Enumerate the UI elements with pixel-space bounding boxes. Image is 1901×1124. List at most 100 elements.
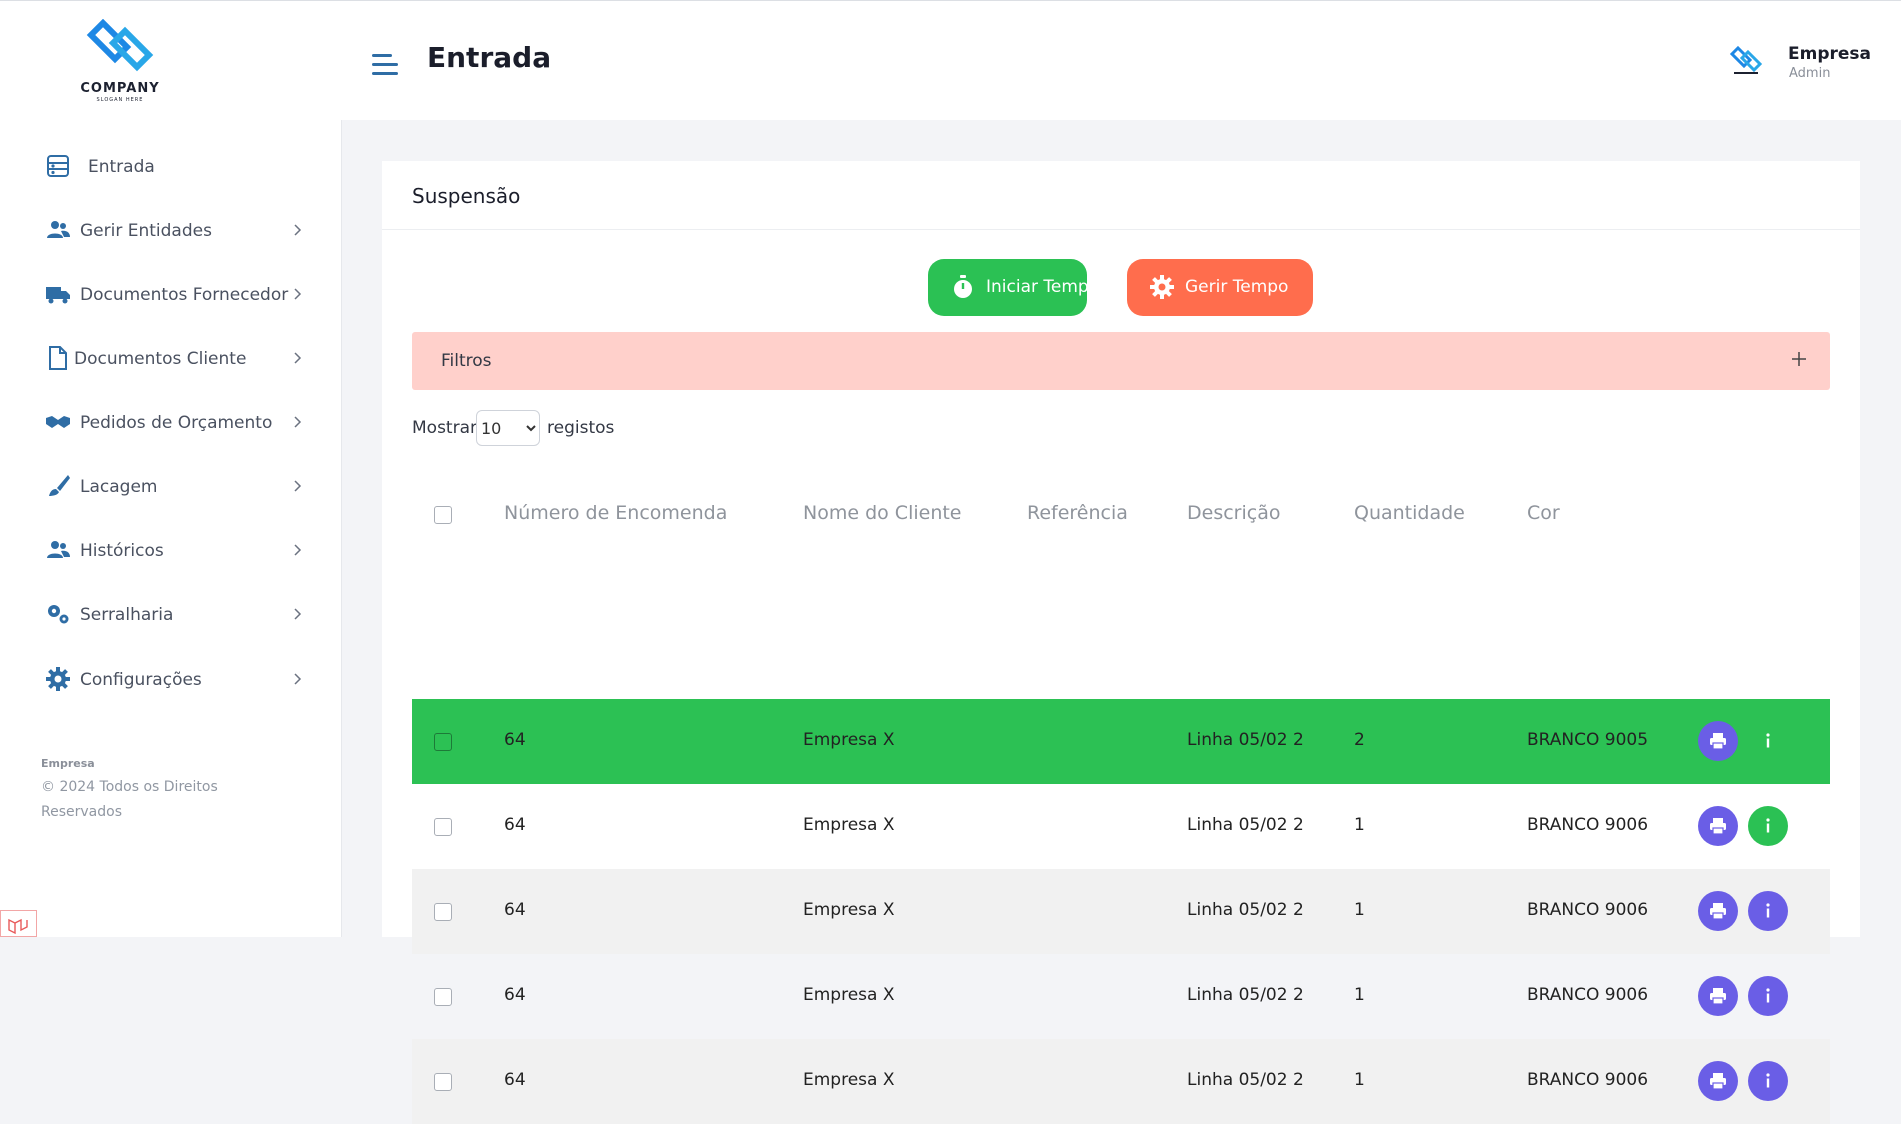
cell-client: Empresa X <box>803 815 895 835</box>
chevron-right-icon <box>294 673 302 685</box>
cell-client: Empresa X <box>803 900 895 920</box>
chevron-right-icon <box>294 608 302 620</box>
print-button[interactable] <box>1698 891 1738 931</box>
sidebar-item-configuracoes[interactable]: Configurações <box>0 659 342 699</box>
sidebar-item-label: Serralharia <box>80 605 174 625</box>
user-name[interactable]: Empresa <box>1788 44 1871 64</box>
row-checkbox[interactable] <box>434 988 452 1006</box>
cell-quantity: 1 <box>1354 985 1365 1005</box>
page-size-select[interactable]: 10 <box>476 410 540 446</box>
column-header[interactable]: Descrição <box>1187 502 1280 524</box>
info-button[interactable] <box>1748 806 1788 846</box>
cell-color: BRANCO 9006 <box>1527 1070 1649 1090</box>
page-title: Entrada <box>427 41 552 74</box>
start-time-button[interactable]: Iniciar Tempo <box>928 259 1099 316</box>
sidebar-item-label: Documentos Cliente <box>74 349 247 369</box>
table-row[interactable]: 64 Empresa X Linha 05/02 2 1 BRANCO 9006 <box>412 1039 1830 1124</box>
cell-color: BRANCO 9005 <box>1527 730 1649 750</box>
sidebar: Entrada Gerir Entidades Documentos Forne… <box>0 120 342 937</box>
info-button[interactable] <box>1748 721 1788 761</box>
printer-icon <box>1710 988 1726 1005</box>
sidebar-item-entrada[interactable]: Entrada <box>0 146 342 186</box>
sidebar-item-gerir-entidades[interactable]: Gerir Entidades <box>0 210 342 250</box>
file-icon <box>49 346 67 370</box>
cell-order: 64 <box>504 900 526 920</box>
cell-color: BRANCO 9006 <box>1527 900 1649 920</box>
print-button[interactable] <box>1698 721 1738 761</box>
sidebar-item-label: Históricos <box>80 541 164 561</box>
table-row[interactable]: 64 Empresa X Linha 05/02 2 1 BRANCO 9006 <box>412 954 1830 1039</box>
chevron-right-icon <box>294 416 302 428</box>
row-checkbox[interactable] <box>434 903 452 921</box>
cell-quantity: 2 <box>1354 730 1365 750</box>
sidebar-item-label: Configurações <box>80 670 202 690</box>
row-checkbox[interactable] <box>434 733 452 751</box>
column-header[interactable]: Cor <box>1527 502 1560 524</box>
table-row[interactable]: 64 Empresa X Linha 05/02 2 1 BRANCO 9006 <box>412 869 1830 954</box>
brush-icon <box>49 475 70 496</box>
cell-description: Linha 05/02 2 <box>1187 900 1304 920</box>
row-checkbox[interactable] <box>434 1073 452 1091</box>
debug-badge[interactable] <box>0 910 37 937</box>
stopwatch-icon <box>954 275 972 298</box>
column-header[interactable]: Quantidade <box>1354 502 1465 524</box>
info-button[interactable] <box>1748 891 1788 931</box>
top-header: COMPANY SLOGAN HERE Entrada Empresa Admi… <box>0 0 1901 121</box>
sidebar-item-label: Documentos Fornecedor <box>80 285 289 305</box>
footer-brand: Empresa <box>41 757 95 770</box>
printer-icon <box>1710 903 1726 920</box>
card-divider <box>382 229 1860 230</box>
info-icon <box>1766 818 1770 833</box>
printer-icon <box>1710 1073 1726 1090</box>
sidebar-item-historicos[interactable]: Históricos <box>0 530 342 570</box>
sidebar-item-documentos-fornecedor[interactable]: Documentos Fornecedor <box>0 274 342 314</box>
row-checkbox[interactable] <box>434 818 452 836</box>
info-icon <box>1766 1073 1770 1088</box>
column-header[interactable]: Nome do Cliente <box>803 502 962 524</box>
filters-toggle[interactable]: Filtros <box>412 332 1830 390</box>
hamburger-menu-icon[interactable] <box>370 51 400 79</box>
handshake-icon <box>46 416 70 428</box>
cell-quantity: 1 <box>1354 1070 1365 1090</box>
sidebar-item-label: Entrada <box>88 157 155 177</box>
cell-client: Empresa X <box>803 1070 895 1090</box>
cell-quantity: 1 <box>1354 815 1365 835</box>
manage-time-button[interactable]: Gerir Tempo <box>1127 259 1313 316</box>
user-avatar[interactable] <box>1728 45 1764 77</box>
print-button[interactable] <box>1698 1061 1738 1101</box>
select-all-checkbox[interactable] <box>434 506 452 524</box>
plus-icon <box>1792 352 1806 366</box>
info-button[interactable] <box>1748 976 1788 1016</box>
show-label: Mostrar <box>412 418 477 438</box>
table-row[interactable]: 64 Empresa X Linha 05/02 2 2 BRANCO 9005 <box>412 699 1830 784</box>
cell-description: Linha 05/02 2 <box>1187 815 1304 835</box>
print-button[interactable] <box>1698 806 1738 846</box>
cell-order: 64 <box>504 815 526 835</box>
sidebar-item-serralharia[interactable]: Serralharia <box>0 594 342 634</box>
sidebar-item-documentos-cliente[interactable]: Documentos Cliente <box>0 338 342 378</box>
table-row[interactable]: 64 Empresa X Linha 05/02 2 1 BRANCO 9006 <box>412 784 1830 869</box>
chevron-right-icon <box>294 224 302 236</box>
company-logo[interactable]: COMPANY SLOGAN HERE <box>45 1 195 121</box>
suspensao-card: Suspensão Iniciar Tempo Gerir Tempo Filt… <box>382 161 1860 1124</box>
records-label: registos <box>547 418 615 438</box>
column-header[interactable]: Número de Encomenda <box>504 502 727 524</box>
chevron-right-icon <box>294 352 302 364</box>
filters-label: Filtros <box>441 351 492 371</box>
sidebar-item-pedidos-orcamento[interactable]: Pedidos de Orçamento <box>0 402 342 442</box>
info-button[interactable] <box>1748 1061 1788 1101</box>
chevron-right-icon <box>294 288 302 300</box>
cell-color: BRANCO 9006 <box>1527 815 1649 835</box>
cell-description: Linha 05/02 2 <box>1187 730 1304 750</box>
laravel-icon <box>8 918 28 935</box>
manage-time-label: Gerir Tempo <box>1185 277 1289 297</box>
cell-quantity: 1 <box>1354 900 1365 920</box>
sidebar-item-label: Lacagem <box>80 477 158 497</box>
chevron-right-icon <box>294 544 302 556</box>
sidebar-item-lacagem[interactable]: Lacagem <box>0 466 342 506</box>
print-button[interactable] <box>1698 976 1738 1016</box>
column-header[interactable]: Referência <box>1027 502 1128 524</box>
cell-color: BRANCO 9006 <box>1527 985 1649 1005</box>
sidebar-item-label: Gerir Entidades <box>80 221 212 241</box>
info-icon <box>1766 733 1770 748</box>
